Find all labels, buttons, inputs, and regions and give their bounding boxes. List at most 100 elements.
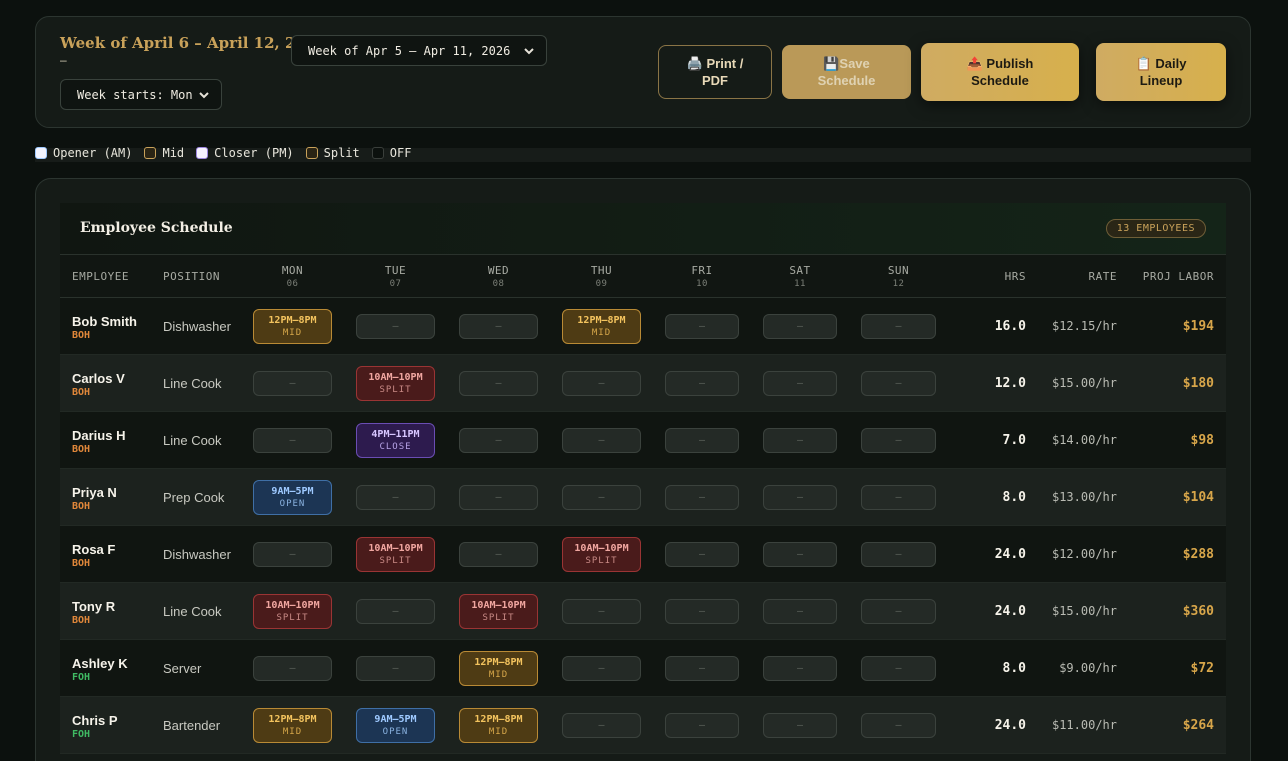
shift-cell-tue[interactable]: 10AM–10PM SPLIT [356,537,435,572]
shift-cell-sun[interactable]: – [861,314,936,339]
shift-cell-wed[interactable]: – [459,314,538,339]
shift-cell-sat[interactable]: – [763,428,837,453]
shift-cell-sun[interactable]: – [861,656,936,681]
shift-cell-tue[interactable]: 10AM–10PM SPLIT [356,366,435,401]
shift-cell-fri[interactable]: – [665,599,739,624]
legend-swatch [305,147,318,159]
shift-cell-thu[interactable]: – [562,599,641,624]
shift-cell-fri[interactable]: – [665,314,739,339]
shift-cell-fri[interactable]: – [665,485,739,510]
shift-cell-tue[interactable]: – [356,599,435,624]
shift-cell-sat[interactable]: – [763,656,837,681]
shift-cell-tue[interactable]: – [356,314,435,339]
shift-cell-tue[interactable]: 9AM–5PM OPEN [356,708,435,743]
printer-icon: 🖨️ [686,56,703,71]
shift-cell-sun[interactable]: – [861,713,936,738]
shift-cell-mon[interactable]: – [253,542,332,567]
shift-cell-sat[interactable]: – [763,485,837,510]
week-select[interactable]: Week of Apr 5 – Apr 11, 2026 [291,35,547,66]
table-row: Carlos V BOH Line Cook 12.0 $15.00/hr $180 – 10… [60,355,1226,412]
shift-cell-thu[interactable]: 12PM–8PM MID [562,309,641,344]
employee-name[interactable]: Bob Smith [72,314,137,329]
shift-cell-sun[interactable]: – [861,542,936,567]
shift-cell-fri[interactable]: – [665,713,739,738]
shift-cell-thu[interactable]: – [562,428,641,453]
shift-cell-tue[interactable]: – [356,656,435,681]
employee-name[interactable]: Darius H [72,428,125,443]
shift-cell-wed[interactable]: – [459,428,538,453]
shift-cell-wed[interactable]: 12PM–8PM MID [459,708,538,743]
shift-cell-sat[interactable]: – [763,599,837,624]
legend-label: Opener (AM) [53,146,133,160]
shift-cell-sun[interactable]: – [861,371,936,396]
shift-cell-mon[interactable]: 9AM–5PM OPEN [253,480,332,515]
shift-cell-sun[interactable]: – [861,599,936,624]
shift-time: – [796,605,804,617]
shift-time: – [895,548,902,560]
shift-cell-thu[interactable]: 10AM–10PM SPLIT [562,537,641,572]
employee-proj-labor: $194 [1182,319,1214,334]
shift-time: – [495,434,502,446]
employee-position: Bartender [163,718,221,733]
employee-name[interactable]: Priya N [72,485,117,500]
shift-time: – [796,548,804,560]
shift-time: – [698,434,706,446]
shift-time: 12PM–8PM [268,713,317,725]
shift-cell-wed[interactable]: 12PM–8PM MID [459,651,538,686]
shift-cell-sat[interactable]: – [763,314,837,339]
employee-name[interactable]: Rosa F [72,542,115,557]
shift-cell-sat[interactable]: – [763,713,837,738]
employee-name[interactable]: Tony R [72,599,115,614]
shift-cell-wed[interactable]: – [459,485,538,510]
shift-cell-mon[interactable]: – [253,656,332,681]
shift-cell-mon[interactable]: – [253,428,332,453]
shift-cell-thu[interactable]: – [562,656,641,681]
day-name: TUE [384,264,407,277]
employee-hours: 12.0 [994,376,1026,391]
employee-name[interactable]: Chris P [72,713,118,728]
publish-schedule-button[interactable]: 📤 Publish Schedule [921,43,1079,101]
save-schedule-button[interactable]: 💾Save Schedule [782,45,911,99]
col-day: SAT 11 [763,264,837,289]
shift-time: – [895,377,902,389]
week-start-select[interactable]: Week starts: Mon [60,79,222,110]
shift-cell-sat[interactable]: – [763,371,837,396]
shift-cell-fri[interactable]: – [665,428,739,453]
employee-name[interactable]: Carlos V [72,371,125,386]
shift-time: – [796,377,804,389]
shift-cell-wed[interactable]: – [459,371,538,396]
shift-cell-fri[interactable]: – [665,542,739,567]
print-pdf-button[interactable]: 🖨️ Print / PDF [658,45,772,99]
shift-cell-tue[interactable]: – [356,485,435,510]
legend-swatch [144,147,157,159]
shift-cell-mon[interactable]: 12PM–8PM MID [253,309,332,344]
daily-lineup-button[interactable]: 📋 Daily Lineup [1096,43,1226,101]
shift-type-tag: MID [488,726,509,737]
shift-cell-wed[interactable]: – [459,542,538,567]
shift-cell-thu[interactable]: – [562,371,641,396]
employee-position: Dishwasher [163,319,231,334]
shift-type-tag: SPLIT [379,384,412,395]
shift-cell-fri[interactable]: – [665,656,739,681]
shift-cell-wed[interactable]: 10AM–10PM SPLIT [459,594,538,629]
shift-cell-tue[interactable]: 4PM–11PM CLOSE [356,423,435,458]
employee-dept: BOH [72,501,91,512]
shift-cell-mon[interactable]: 10AM–10PM SPLIT [253,594,332,629]
col-day: FRI 10 [665,264,739,289]
table-row: Priya N BOH Prep Cook 8.0 $13.00/hr $104 9AM–5… [60,469,1226,526]
shift-cell-thu[interactable]: – [562,485,641,510]
shift-time: – [698,605,706,617]
save-label-2: Schedule [817,73,876,88]
shift-cell-fri[interactable]: – [665,371,739,396]
shift-time: – [796,434,804,446]
shift-cell-mon[interactable]: – [253,371,332,396]
shift-cell-sat[interactable]: – [763,542,837,567]
shift-cell-thu[interactable]: – [562,713,641,738]
shift-time: 10AM–10PM [265,599,320,611]
shift-cell-mon[interactable]: 12PM–8PM MID [253,708,332,743]
employee-name[interactable]: Ashley K [72,656,128,671]
employee-proj-labor: $98 [1190,433,1214,448]
save-label: Save [839,56,870,71]
shift-cell-sun[interactable]: – [861,428,936,453]
shift-cell-sun[interactable]: – [861,485,936,510]
